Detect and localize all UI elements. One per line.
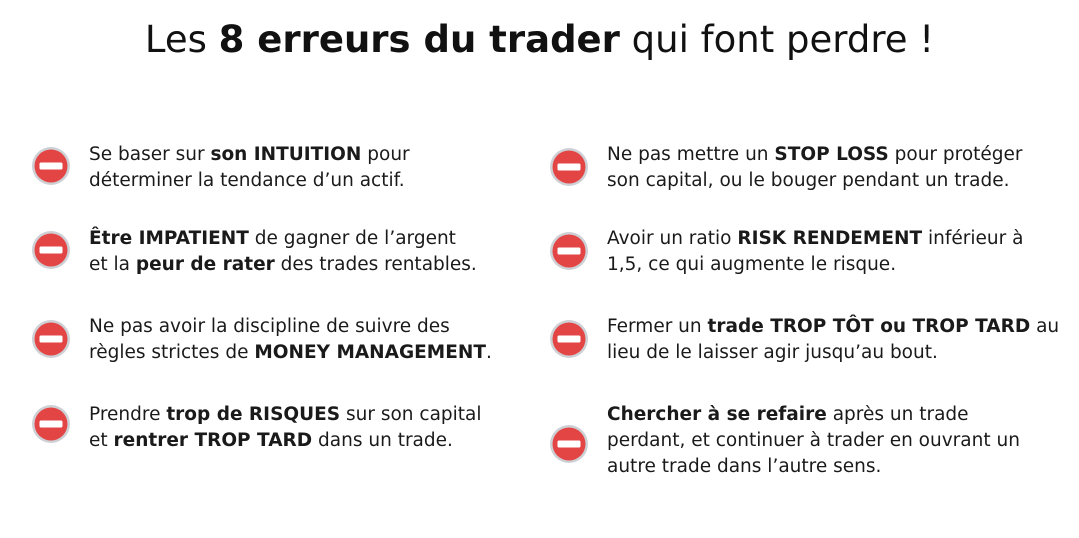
item-text-run: . bbox=[485, 342, 492, 363]
item-line: Fermer un trade TROP TÔT ou TROP TARD au bbox=[607, 314, 1059, 340]
item-line: son capital, ou le bouger pendant un tra… bbox=[607, 168, 1023, 194]
item-text: Prendre trop de RISQUES sur son capital e… bbox=[89, 402, 482, 454]
item-text-run: Ne pas mettre un bbox=[607, 144, 775, 165]
page-title: Les 8 erreurs du trader qui font perdre … bbox=[0, 18, 1079, 61]
item-line: autre trade dans l’autre sens. bbox=[607, 454, 1020, 480]
item-text-run: Prendre bbox=[89, 404, 167, 425]
no-entry-icon bbox=[31, 146, 71, 186]
no-entry-icon bbox=[549, 424, 589, 464]
item-line: Être IMPATIENT de gagner de l’argent bbox=[89, 226, 477, 252]
item-text-run: Ne pas avoir la discipline de suivre des bbox=[89, 316, 450, 337]
item-text-run: déterminer la tendance d’un actif. bbox=[89, 170, 405, 191]
title-prefix: Les bbox=[144, 18, 219, 61]
item-line: Ne pas avoir la discipline de suivre des bbox=[89, 314, 492, 340]
item-text-run: son capital, ou le bouger pendant un tra… bbox=[607, 170, 1010, 191]
item-line: Chercher à se refaire après un trade bbox=[607, 402, 1020, 428]
item-text-run: au bbox=[1030, 316, 1060, 337]
no-entry-icon bbox=[549, 147, 589, 187]
item-text-run: règles strictes de bbox=[89, 342, 255, 363]
item-text-run: sur son capital bbox=[340, 404, 482, 425]
item-text: Ne pas avoir la discipline de suivre des… bbox=[89, 314, 492, 366]
bold-text: RISK RENDEMENT bbox=[737, 228, 923, 249]
no-entry-icon bbox=[31, 319, 71, 359]
item-text-run: et la bbox=[89, 254, 136, 275]
bold-text: trade TROP TÔT ou TROP TARD bbox=[707, 316, 1031, 337]
item-line: règles strictes de MONEY MANAGEMENT. bbox=[89, 340, 492, 366]
item-line: et rentrer TROP TARD dans un trade. bbox=[89, 428, 482, 454]
item-line: Ne pas mettre un STOP LOSS pour protéger bbox=[607, 142, 1023, 168]
item-line: et la peur de rater des trades rentables… bbox=[89, 252, 477, 278]
item-text-run: autre trade dans l’autre sens. bbox=[607, 456, 882, 477]
item-line: lieu de le laisser agir jusqu’au bout. bbox=[607, 340, 1059, 366]
bold-text: rentrer TROP TARD bbox=[113, 430, 313, 451]
item-line: 1,5, ce qui augmente le risque. bbox=[607, 252, 1023, 278]
bold-text: peur de rater bbox=[135, 254, 275, 275]
item-text-run: pour protéger bbox=[888, 144, 1023, 165]
item-text-run: pour bbox=[361, 144, 410, 165]
item-text-run: lieu de le laisser agir jusqu’au bout. bbox=[607, 342, 938, 363]
item-line: déterminer la tendance d’un actif. bbox=[89, 168, 410, 194]
bold-text: Chercher à se refaire bbox=[607, 404, 827, 425]
item-text: Ne pas mettre un STOP LOSS pour protéger… bbox=[607, 142, 1023, 194]
title-suffix: qui font perdre ! bbox=[619, 18, 935, 61]
item-text-run: inférieur à bbox=[922, 228, 1024, 249]
item-line: perdant, et continuer à trader en ouvran… bbox=[607, 428, 1020, 454]
no-entry-icon bbox=[31, 404, 71, 444]
item-line: Prendre trop de RISQUES sur son capital bbox=[89, 402, 482, 428]
bold-text: Être IMPATIENT bbox=[89, 228, 249, 249]
item-text-run: perdant, et continuer à trader en ouvran… bbox=[607, 430, 1020, 451]
item-text-run: dans un trade. bbox=[312, 430, 453, 451]
title-bold: 8 erreurs du trader bbox=[218, 18, 620, 61]
item-text: Fermer un trade TROP TÔT ou TROP TARD au… bbox=[607, 314, 1059, 366]
bold-text: trop de RISQUES bbox=[166, 404, 341, 425]
item-text-run: et bbox=[89, 430, 114, 451]
item-text-run: Se baser sur bbox=[89, 144, 211, 165]
bold-text: MONEY MANAGEMENT bbox=[254, 342, 486, 363]
item-line: Se baser sur son INTUITION pour bbox=[89, 142, 410, 168]
item-text-run: des trades rentables. bbox=[274, 254, 477, 275]
item-text: Avoir un ratio RISK RENDEMENT inférieur … bbox=[607, 226, 1023, 278]
bold-text: son INTUITION bbox=[210, 144, 362, 165]
item-line: Avoir un ratio RISK RENDEMENT inférieur … bbox=[607, 226, 1023, 252]
no-entry-icon bbox=[31, 230, 71, 270]
no-entry-icon bbox=[549, 319, 589, 359]
bold-text: STOP LOSS bbox=[774, 144, 889, 165]
item-text-run: de gagner de l’argent bbox=[248, 228, 456, 249]
item-text: Chercher à se refaire après un trade perd… bbox=[607, 402, 1020, 480]
item-text-run: 1,5, ce qui augmente le risque. bbox=[607, 254, 897, 275]
item-text-run: Avoir un ratio bbox=[607, 228, 738, 249]
no-entry-icon bbox=[549, 231, 589, 271]
item-text-run: après un trade bbox=[826, 404, 969, 425]
item-text: Se baser sur son INTUITION pour détermine… bbox=[89, 142, 410, 194]
item-text: Être IMPATIENT de gagner de l’argent et l… bbox=[89, 226, 477, 278]
item-text-run: Fermer un bbox=[607, 316, 708, 337]
